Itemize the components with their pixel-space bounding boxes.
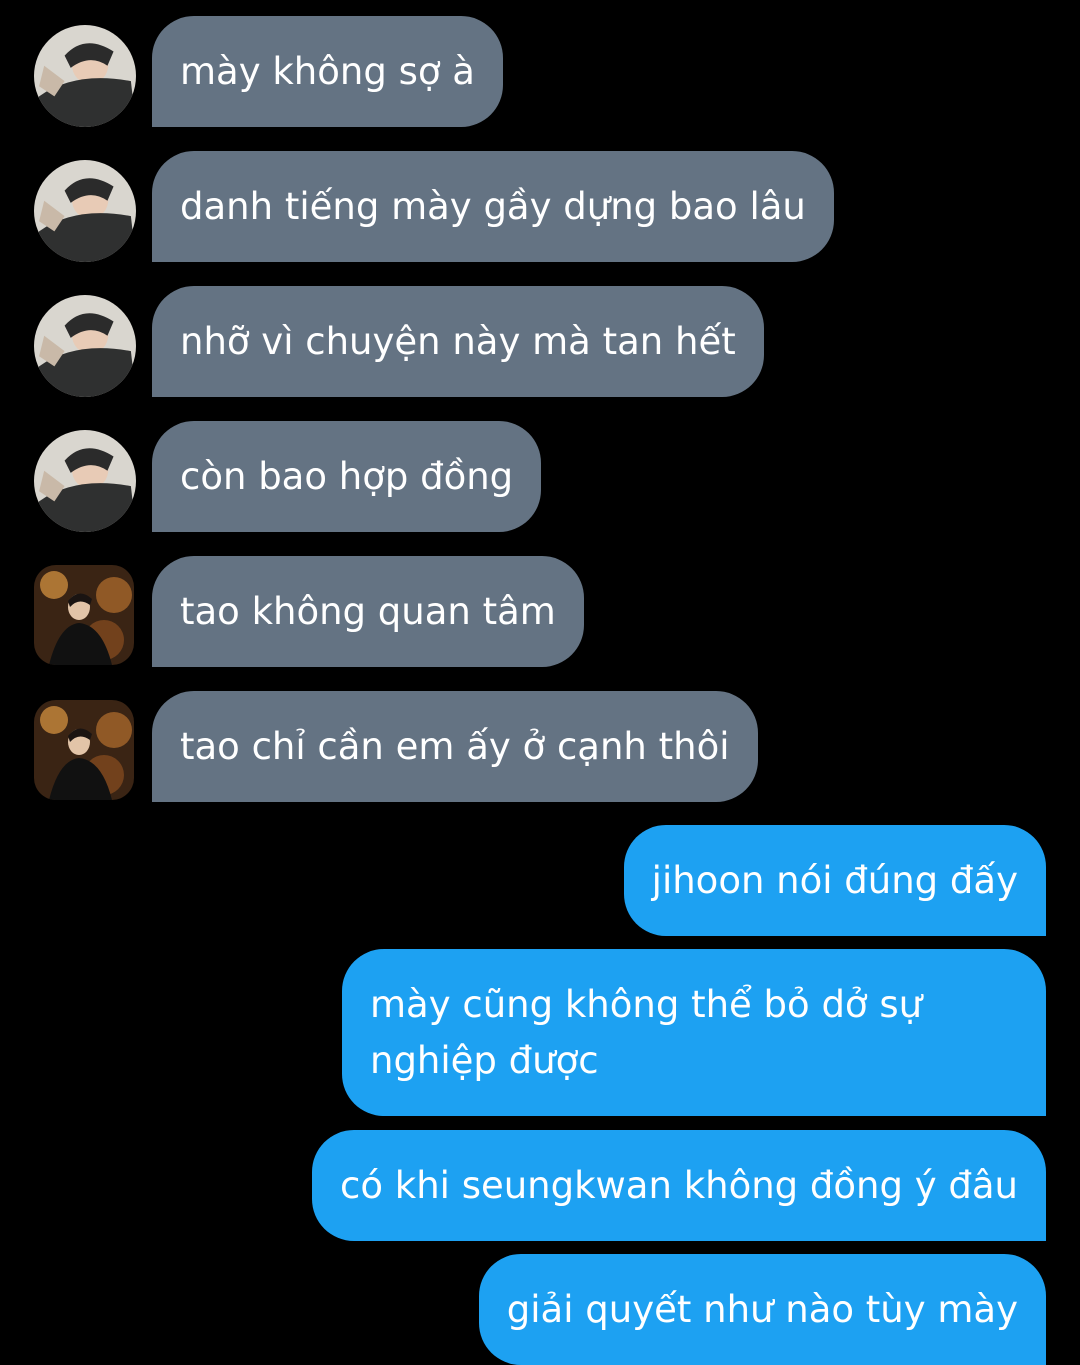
message-text: nhỡ vì chuyện này mà tan hết [180,320,736,363]
profile-photo-icon [34,430,136,532]
chat-thread: mày không sợ à danh tiếng mày gầy dựng b… [0,0,1080,1365]
profile-photo-icon [34,295,136,397]
message-text: danh tiếng mày gầy dựng bao lâu [180,185,806,228]
message-text: mày không sợ à [180,50,475,93]
message-text: jihoon nói đúng đấy [651,859,1018,902]
avatar[interactable] [34,295,136,397]
message-bubble-incoming[interactable]: còn bao hợp đồng [152,421,542,532]
avatar[interactable] [34,25,136,127]
message-text: tao không quan tâm [180,590,556,633]
avatar[interactable] [34,160,136,262]
message-bubble-outgoing[interactable]: mày cũng không thể bỏ dở sự nghiệp được [342,949,1046,1116]
avatar[interactable] [34,700,134,800]
profile-photo-icon [34,700,134,800]
message-text: mày cũng không thể bỏ dở sự nghiệp được [370,983,923,1082]
message-bubble-incoming[interactable]: tao không quan tâm [152,556,584,667]
message-bubble-incoming[interactable]: tao chỉ cần em ấy ở cạnh thôi [152,691,758,802]
message-text: giải quyết như nào tùy mày [506,1288,1018,1331]
message-bubble-outgoing[interactable]: giải quyết như nào tùy mày [478,1254,1046,1365]
profile-photo-icon [34,25,136,127]
message-bubble-incoming[interactable]: nhỡ vì chuyện này mà tan hết [152,286,764,397]
message-text: còn bao hợp đồng [180,455,514,498]
message-bubble-incoming[interactable]: danh tiếng mày gầy dựng bao lâu [152,151,834,262]
message-bubble-incoming[interactable]: mày không sợ à [152,16,503,127]
message-bubble-outgoing[interactable]: jihoon nói đúng đấy [623,825,1046,936]
message-text: tao chỉ cần em ấy ở cạnh thôi [180,725,730,768]
message-bubble-outgoing[interactable]: có khi seungkwan không đồng ý đâu [312,1130,1046,1241]
message-text: có khi seungkwan không đồng ý đâu [340,1164,1018,1207]
profile-photo-icon [34,160,136,262]
profile-photo-icon [34,565,134,665]
avatar[interactable] [34,565,134,665]
avatar[interactable] [34,430,136,532]
